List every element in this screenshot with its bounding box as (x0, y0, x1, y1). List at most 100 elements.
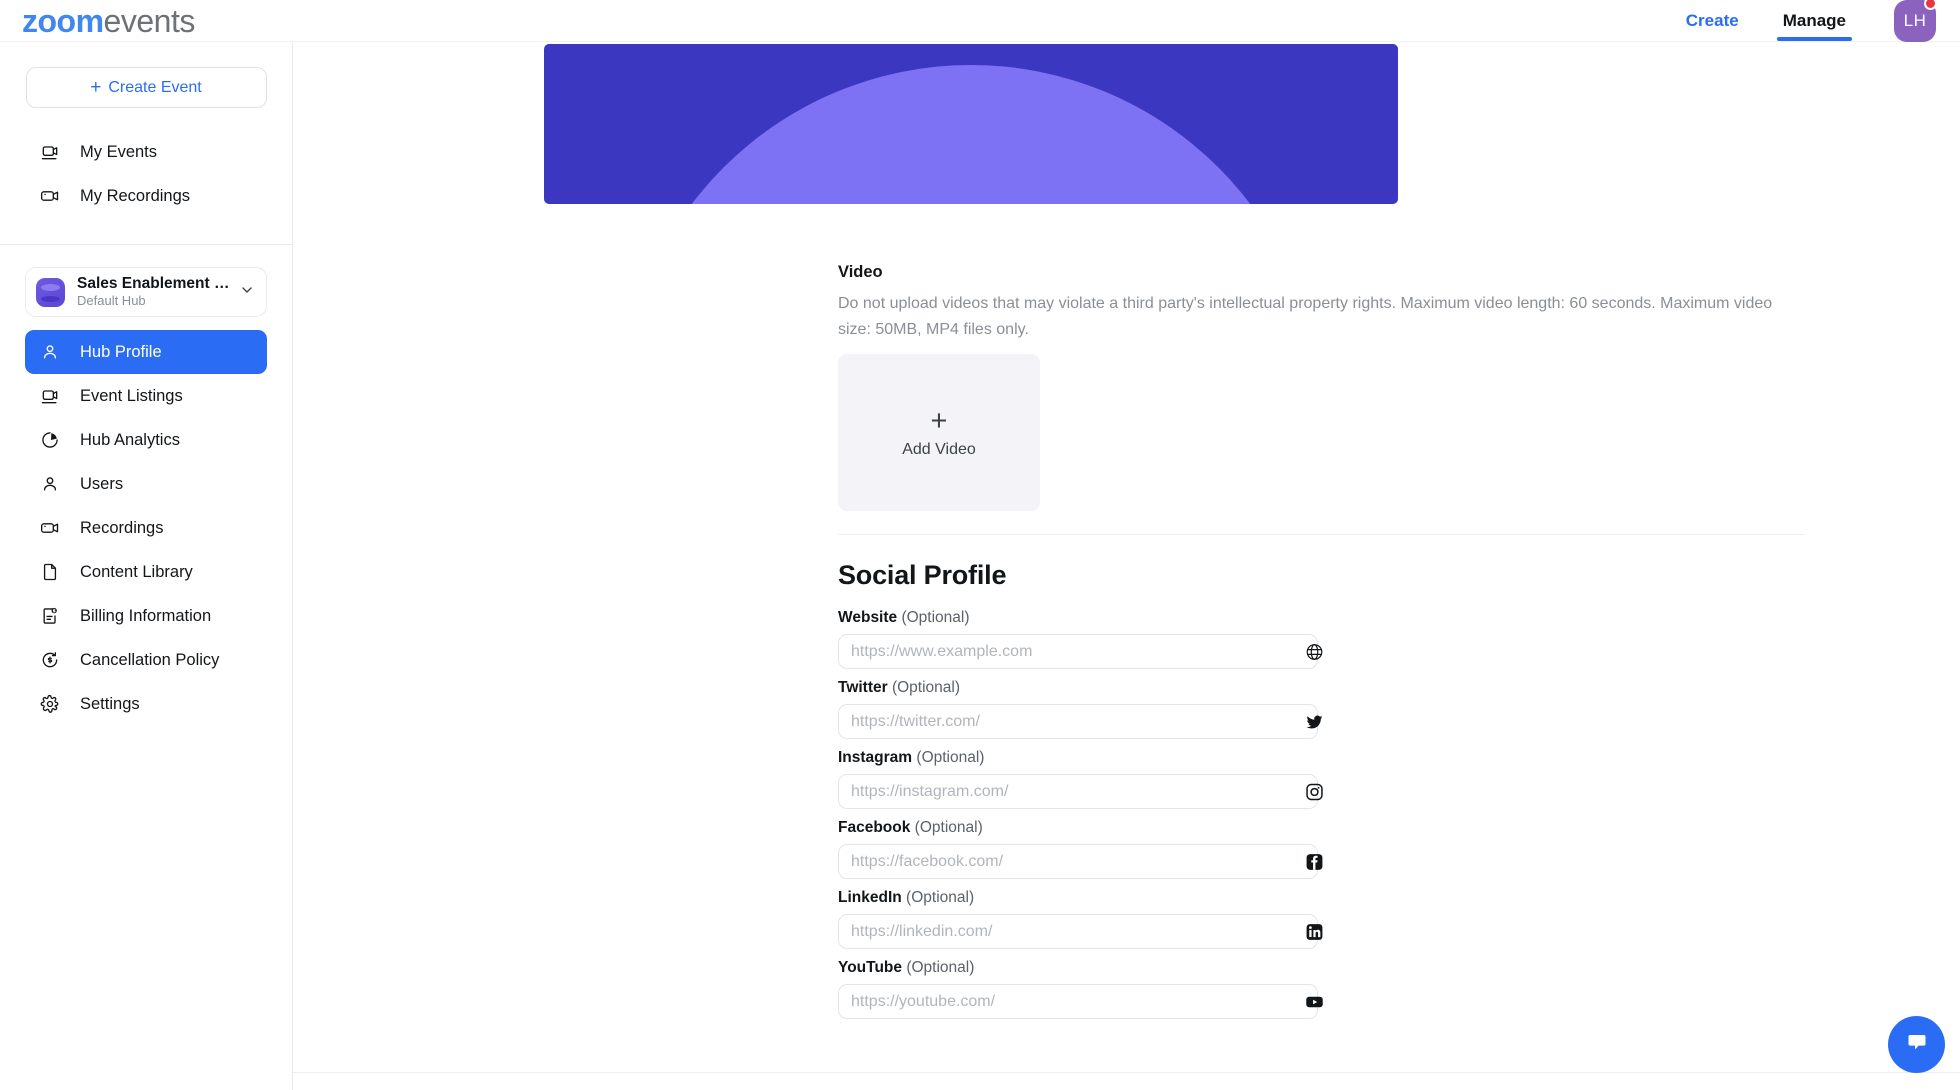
video-camera-icon (39, 517, 61, 539)
sidebar-label: Recordings (80, 518, 164, 537)
top-header: zoomevents Create Manage LH (0, 0, 1960, 42)
sidebar-item-recordings[interactable]: Recordings (25, 506, 267, 550)
plus-icon: + (90, 77, 102, 98)
field-name: YouTube (838, 959, 902, 976)
chevron-down-icon (239, 282, 255, 303)
field-name: Facebook (838, 819, 911, 836)
field-website: Website (Optional) (838, 608, 1323, 670)
field-optional: (Optional) (906, 889, 975, 906)
document-icon (39, 561, 61, 583)
video-section-label: Video (838, 263, 883, 281)
tab-create[interactable]: Create (1664, 0, 1761, 41)
facebook-icon (1304, 851, 1325, 872)
field-optional: (Optional) (901, 609, 970, 626)
facebook-input[interactable] (838, 844, 1318, 880)
field-label: Twitter (Optional) (838, 678, 1318, 698)
video-camera-icon (39, 185, 61, 207)
input-wrapper (838, 844, 1323, 880)
create-event-label: Create Event (108, 78, 202, 96)
globe-icon (1304, 641, 1325, 662)
sidebar-divider (0, 244, 292, 245)
video-helper-text: Do not upload videos that may violate a … (838, 295, 1773, 338)
field-name: Website (838, 609, 898, 626)
input-wrapper (838, 984, 1323, 1020)
create-event-button[interactable]: + Create Event (25, 67, 267, 108)
sidebar-label: My Events (80, 142, 158, 161)
instagram-icon (1304, 781, 1325, 802)
field-label: YouTube (Optional) (838, 958, 1318, 978)
chat-bubble-icon (1905, 1030, 1929, 1059)
field-name: Instagram (838, 749, 913, 766)
field-optional: (Optional) (914, 819, 983, 836)
field-name: Twitter (838, 679, 888, 696)
sidebar-hub-nav: Hub Profile Event Listings Hub Analytics… (0, 330, 292, 726)
notification-dot-icon (1924, 0, 1937, 10)
instagram-input[interactable] (838, 774, 1318, 810)
events-icon (39, 141, 61, 163)
hub-selector[interactable]: Sales Enablement R... Default Hub (25, 267, 267, 317)
pie-chart-icon (39, 429, 61, 451)
sidebar-top-nav: My Events My Recordings (0, 130, 292, 218)
person-icon (39, 341, 61, 363)
sidebar-label: Users (80, 474, 124, 493)
field-twitter: Twitter (Optional) (838, 678, 1323, 740)
events-icon (39, 385, 61, 407)
sidebar-label: Hub Analytics (80, 430, 180, 449)
sidebar-item-content-library[interactable]: Content Library (25, 550, 267, 594)
logo-events-text: events (103, 2, 196, 39)
sidebar-item-hub-profile[interactable]: Hub Profile (25, 330, 267, 374)
header-nav: Create Manage LH (1664, 0, 1960, 42)
refund-clock-icon (39, 649, 61, 671)
sidebar-item-my-recordings[interactable]: My Recordings (25, 174, 267, 218)
social-profile-title: Social Profile (838, 560, 1007, 590)
logo-zoom-text: zoom (22, 2, 104, 39)
field-optional: (Optional) (891, 679, 961, 696)
person-icon (39, 473, 61, 495)
twitter-icon (1304, 711, 1325, 732)
gear-icon (39, 693, 61, 715)
sidebar-label: My Recordings (80, 186, 191, 205)
main-content: Video Do not upload videos that may viol… (293, 41, 1960, 1090)
sidebar-label: Settings (80, 694, 140, 713)
youtube-input[interactable] (838, 984, 1318, 1020)
sidebar-label: Billing Information (80, 606, 212, 625)
tab-manage[interactable]: Manage (1761, 0, 1868, 41)
input-wrapper (838, 634, 1323, 670)
plus-icon: + (930, 404, 948, 437)
field-optional: (Optional) (916, 749, 985, 766)
hub-banner-image[interactable] (544, 44, 1398, 204)
field-label: Website (Optional) (838, 608, 1318, 628)
sidebar-label: Event Listings (80, 386, 183, 405)
sidebar-item-event-listings[interactable]: Event Listings (25, 374, 267, 418)
hub-text: Sales Enablement R... Default Hub (77, 274, 235, 310)
field-label: LinkedIn (Optional) (838, 888, 1318, 908)
hub-name: Sales Enablement R... (77, 274, 235, 292)
billing-dollar-icon (39, 605, 61, 627)
sidebar-item-billing-information[interactable]: Billing Information (25, 594, 267, 638)
sidebar-item-cancellation-policy[interactable]: Cancellation Policy (25, 638, 267, 682)
twitter-input[interactable] (838, 704, 1318, 740)
sidebar: + Create Event My Events My Recordings S… (0, 41, 293, 1090)
input-wrapper (838, 914, 1323, 950)
field-label: Facebook (Optional) (838, 818, 1318, 838)
sidebar-item-settings[interactable]: Settings (25, 682, 267, 726)
sidebar-item-users[interactable]: Users (25, 462, 267, 506)
zoom-events-logo[interactable]: zoomevents (22, 5, 195, 37)
input-wrapper (838, 774, 1323, 810)
website-input[interactable] (838, 634, 1318, 670)
add-video-button[interactable]: + Add Video (838, 354, 1040, 511)
field-name: LinkedIn (838, 889, 902, 906)
banner-dome-shape (621, 65, 1321, 204)
field-optional: (Optional) (906, 959, 975, 976)
chat-support-button[interactable] (1888, 1016, 1945, 1073)
avatar-wrapper: LH (1894, 0, 1937, 42)
field-youtube: YouTube (Optional) (838, 958, 1323, 1020)
field-facebook: Facebook (Optional) (838, 818, 1323, 880)
linkedin-icon (1304, 921, 1325, 942)
field-linkedin: LinkedIn (Optional) (838, 888, 1323, 950)
field-label: Instagram (Optional) (838, 748, 1318, 768)
linkedin-input[interactable] (838, 914, 1318, 950)
sidebar-item-my-events[interactable]: My Events (25, 130, 267, 174)
footer-divider (293, 1072, 1960, 1073)
sidebar-item-hub-analytics[interactable]: Hub Analytics (25, 418, 267, 462)
